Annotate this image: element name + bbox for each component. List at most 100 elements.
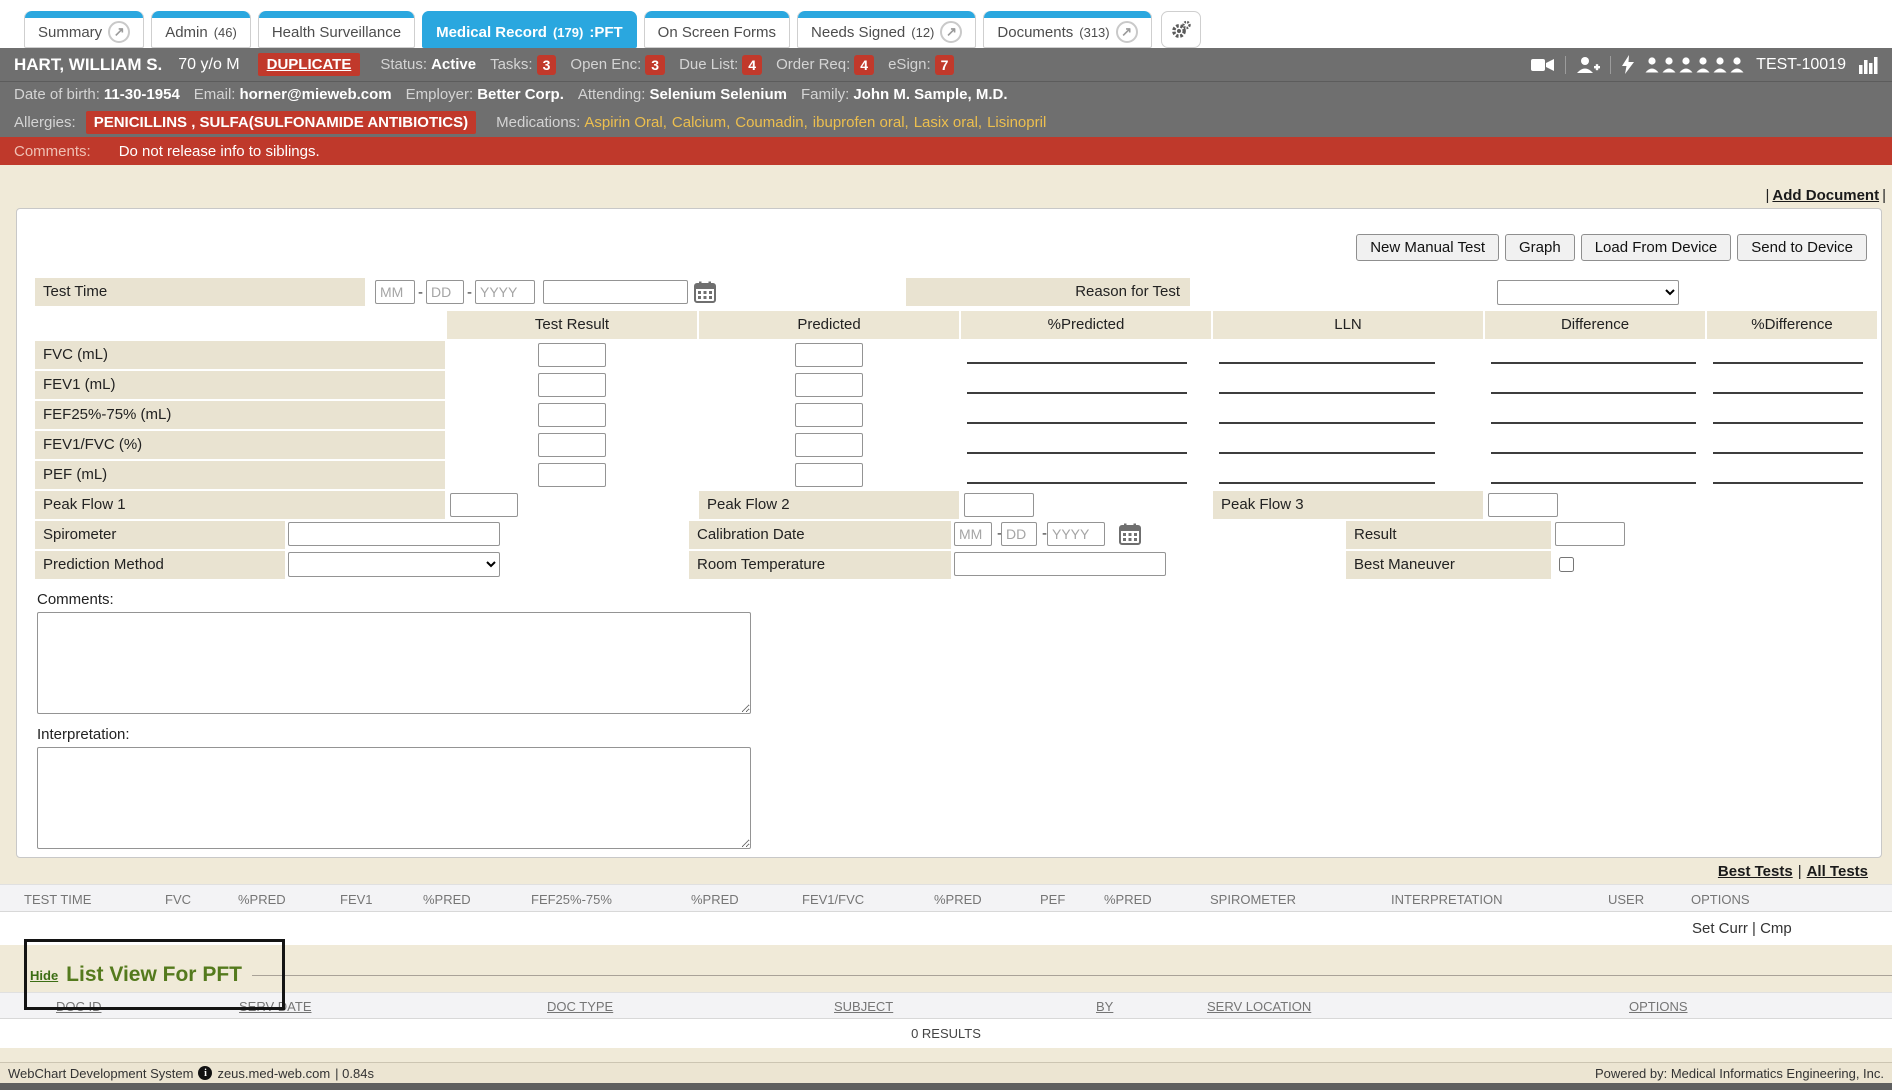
fvc-test-result-input[interactable] [538,343,606,367]
reason-for-test-select[interactable] [1497,280,1679,305]
medication-link[interactable]: ibuprofen oral, [813,114,909,131]
tab-label: Documents [997,24,1073,41]
fef-test-result-input[interactable] [538,403,606,427]
col-by[interactable]: BY [1096,999,1113,1014]
popout-icon[interactable]: ↗ [1116,21,1138,43]
allergies-badge[interactable]: PENICILLINS , SULFA(SULFONAMIDE ANTIBIOT… [86,111,476,134]
footer-host: zeus.med-web.com [217,1066,330,1081]
allergies-label: Allergies: [14,114,76,131]
add-person-icon[interactable] [1576,56,1600,74]
duplicate-badge[interactable]: DUPLICATE [258,53,361,76]
medication-link[interactable]: Lasix oral, [914,114,982,131]
person-icon[interactable] [1645,57,1659,73]
tab-summary[interactable]: Summary ↗ [24,11,144,48]
peak-flow-3-input[interactable] [1488,493,1558,517]
fvc-predicted-input[interactable] [795,343,863,367]
calibration-month-input[interactable] [954,522,992,546]
result-input[interactable] [1555,522,1625,546]
col-serv-location[interactable]: SERV LOCATION [1207,999,1311,1014]
medication-link[interactable]: Aspirin Oral, [584,114,667,131]
fev1-fvc-predicted-input[interactable] [795,433,863,457]
medication-link[interactable]: Coumadin, [735,114,808,131]
calendar-icon[interactable] [694,281,716,303]
medication-link[interactable]: Calcium, [672,114,730,131]
chart-icon[interactable] [1858,56,1878,74]
row-fev1-fvc: FEV1/FVC (%) [35,431,1867,459]
test-time-month-input[interactable] [375,280,415,304]
medication-link[interactable]: Lisinopril [987,114,1046,131]
col-header-lln: LLN [1213,311,1483,339]
peak-flow-2-input[interactable] [964,493,1034,517]
fev1-fvc-difference-value [1491,452,1696,454]
form-comments-textarea[interactable] [37,612,751,714]
prediction-method-select[interactable] [288,552,500,577]
best-tests-link[interactable]: Best Tests [1718,863,1793,880]
best-maneuver-checkbox[interactable] [1559,557,1574,572]
open-enc-count-badge[interactable]: 3 [645,55,665,75]
video-camera-icon[interactable] [1531,56,1555,74]
email-value[interactable]: horner@mieweb.com [239,86,391,103]
col-doc-type[interactable]: DOC TYPE [547,999,613,1014]
tab-needs-signed[interactable]: Needs Signed (12) ↗ [797,11,976,48]
row-label-fvc: FVC (mL) [35,341,445,369]
interpretation-textarea[interactable] [37,747,751,849]
hide-link[interactable]: Hide [30,968,58,983]
room-temperature-input[interactable] [954,552,1166,576]
pef-test-result-input[interactable] [538,463,606,487]
recent-patients-icons[interactable] [1645,57,1744,73]
col-doc-options[interactable]: OPTIONS [1629,999,1688,1014]
reason-for-test-label: Reason for Test [906,278,1190,306]
results-count: 0 RESULTS [911,1026,981,1041]
col-doc-id[interactable]: DOC ID [56,999,102,1014]
col-subject[interactable]: SUBJECT [834,999,893,1014]
fev1-fvc-test-result-input[interactable] [538,433,606,457]
calibration-year-input[interactable] [1047,522,1105,546]
pef-predicted-input[interactable] [795,463,863,487]
tab-medical-record[interactable]: Medical Record (179) :PFT [422,11,637,48]
tasks-count-badge[interactable]: 3 [537,55,557,75]
load-from-device-button[interactable]: Load From Device [1581,234,1732,261]
lightning-icon[interactable] [1621,55,1635,74]
add-document-link[interactable]: Add Document [1772,187,1879,204]
test-time-day-input[interactable] [426,280,464,304]
send-to-device-button[interactable]: Send to Device [1737,234,1867,261]
spirometer-input[interactable] [288,522,500,546]
popout-icon[interactable]: ↗ [108,21,130,43]
calendar-icon[interactable] [1119,523,1141,545]
fev1-difference-value [1491,392,1696,394]
tab-admin[interactable]: Admin (46) [151,11,251,48]
order-req-label: Order Req: [776,56,850,73]
set-curr-cmp-links[interactable]: Set Curr | Cmp [1692,920,1792,937]
new-manual-test-button[interactable]: New Manual Test [1356,234,1499,261]
col-serv-date[interactable]: SERV DATE [239,999,311,1014]
result-label: Result [1346,521,1551,549]
due-list-count-badge[interactable]: 4 [742,55,762,75]
fef-predicted-input[interactable] [795,403,863,427]
popout-icon[interactable]: ↗ [940,21,962,43]
person-icon[interactable] [1662,57,1676,73]
patient-age-sex: 70 y/o M [178,56,239,74]
order-req-count-badge[interactable]: 4 [854,55,874,75]
tab-on-screen-forms[interactable]: On Screen Forms [644,11,790,48]
person-icon[interactable] [1679,57,1693,73]
fev1-test-result-input[interactable] [538,373,606,397]
test-time-time-input[interactable] [543,280,688,304]
fev1-pct-predicted-value [967,392,1187,394]
col-pct-pred-2: %PRED [423,892,471,907]
all-tests-link[interactable]: All Tests [1807,863,1868,880]
calibration-day-input[interactable] [1001,522,1037,546]
person-icon[interactable] [1713,57,1727,73]
settings-gear-button[interactable] [1161,11,1201,48]
tab-bar: Summary ↗ Admin (46) Health Surveillance… [0,0,1892,48]
info-icon[interactable]: i [198,1066,212,1080]
esign-count-badge[interactable]: 7 [935,55,955,75]
col-fev1-fvc: FEV1/FVC [802,892,864,907]
peak-flow-1-input[interactable] [450,493,518,517]
person-icon[interactable] [1696,57,1710,73]
graph-button[interactable]: Graph [1505,234,1575,261]
fev1-predicted-input[interactable] [795,373,863,397]
test-time-year-input[interactable] [475,280,535,304]
person-icon[interactable] [1730,57,1744,73]
tab-documents[interactable]: Documents (313) ↗ [983,11,1151,48]
tab-health-surveillance[interactable]: Health Surveillance [258,11,415,48]
